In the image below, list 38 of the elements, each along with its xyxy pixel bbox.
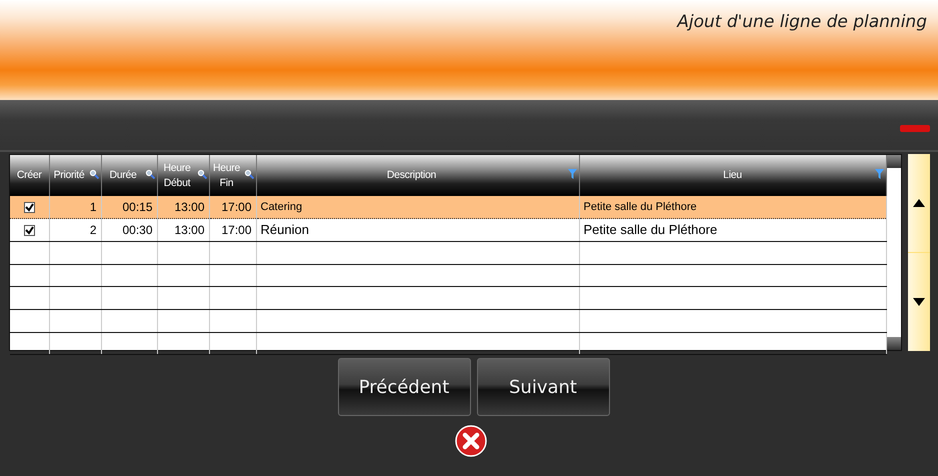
scroll-down-button[interactable] [886, 337, 901, 350]
up-arrow-icon [913, 199, 925, 207]
create-checkbox[interactable] [24, 202, 35, 214]
search-icon [244, 169, 254, 179]
column-header[interactable]: Lieu [579, 155, 886, 196]
table-cell: 17:00 [221, 200, 252, 214]
table-cell: 13:00 [174, 200, 204, 214]
search-icon [144, 169, 154, 179]
close-icon[interactable] [455, 425, 487, 457]
search-icon [88, 169, 98, 179]
nav-button[interactable]: Précédent [338, 358, 470, 416]
column-header[interactable]: Heure Début [157, 155, 209, 196]
window-title: Ajout d'une ligne de planning [677, 11, 927, 34]
table-cell: 13:00 [174, 223, 204, 238]
table-cell: 00:30 [122, 223, 152, 238]
down-arrow-icon [913, 298, 925, 306]
table-cell: 2 [90, 223, 96, 238]
table-cell: Petite salle du Pléthore [584, 200, 697, 213]
filter-icon [874, 169, 884, 179]
nav-button[interactable]: Suivant [476, 358, 610, 416]
status-indicator [900, 125, 930, 132]
page-down-button[interactable] [908, 253, 930, 351]
column-header[interactable]: Créer [10, 155, 49, 196]
table-cell: Catering [260, 200, 302, 213]
page-up-button[interactable] [908, 154, 930, 252]
create-checkbox[interactable] [24, 225, 35, 236]
column-header[interactable]: Heure Fin [209, 155, 256, 196]
search-icon [196, 169, 206, 179]
table-cell: Petite salle du Pléthore [584, 222, 718, 238]
column-header[interactable]: Durée [101, 155, 157, 196]
table-cell: 17:00 [221, 223, 252, 238]
scroll-up-button[interactable] [886, 155, 901, 168]
table-cell: 1 [90, 200, 96, 214]
filter-icon [568, 169, 576, 179]
table-cell: 00:15 [122, 200, 152, 214]
column-header[interactable]: Priorité [49, 155, 101, 196]
column-header[interactable]: Description [256, 155, 579, 196]
table-cell: Réunion [260, 222, 309, 238]
